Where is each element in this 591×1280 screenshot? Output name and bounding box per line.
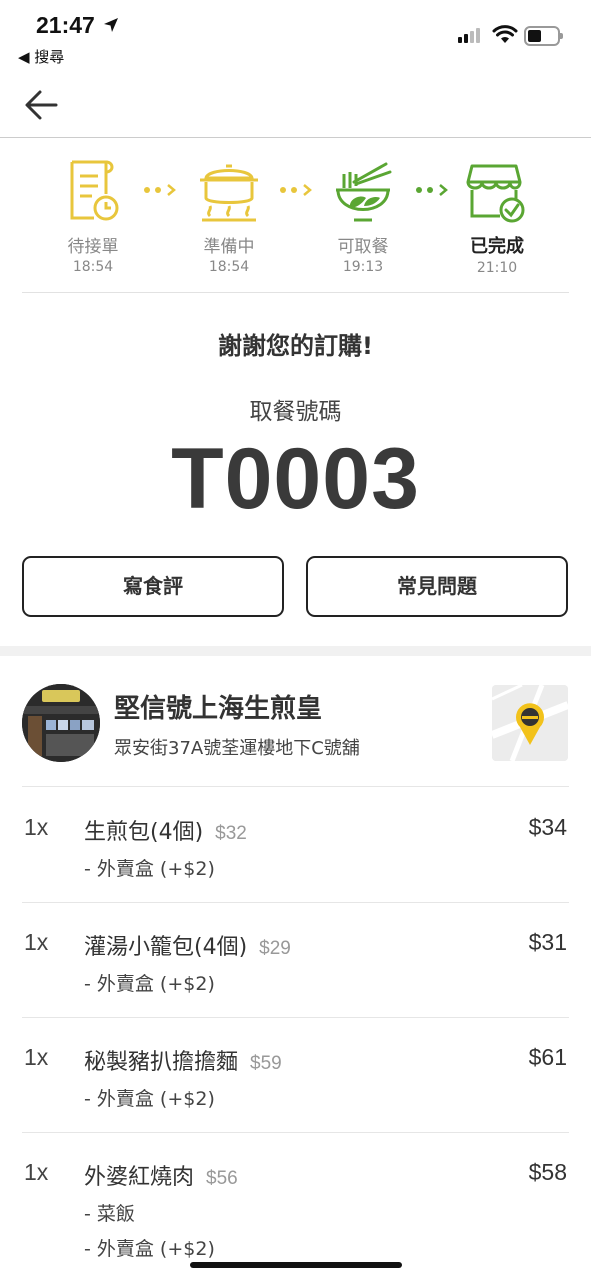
step-time: 18:54 <box>72 259 114 275</box>
restaurant-avatar <box>22 684 100 762</box>
item-qty: 1x <box>24 1044 49 1070</box>
item-option: - 外賣盒 (+$2) <box>84 973 215 995</box>
item-name: 秘製豬扒擔擔麵 $59 <box>84 1050 282 1075</box>
item-name: 生煎包(4個) $32 <box>84 820 247 845</box>
item-option: - 外賣盒 (+$2) <box>84 858 215 880</box>
map-thumbnail[interactable] <box>492 685 568 761</box>
divider <box>22 1132 569 1133</box>
item-unit-price: $56 <box>206 1168 238 1189</box>
faq-button[interactable]: 常見問題 <box>306 556 568 617</box>
step-label: 待接單 <box>67 237 119 257</box>
step-pending: 待接單 18:54 <box>28 150 158 275</box>
step-time: 21:10 <box>476 260 518 276</box>
item-option: - 外賣盒 (+$2) <box>84 1238 215 1260</box>
item-unit-price: $29 <box>259 938 291 959</box>
divider <box>22 292 569 293</box>
step-label: 準備中 <box>203 237 255 257</box>
thank-you-message: 謝謝您的訂購! <box>218 332 373 360</box>
back-to-search-link[interactable]: ◀ 搜尋 <box>18 46 64 67</box>
cellular-signal-icon <box>458 28 480 43</box>
header-bar <box>0 72 591 138</box>
item-option: - 外賣盒 (+$2) <box>84 1088 215 1110</box>
restaurant-name[interactable]: 堅信號上海生煎皇 <box>114 688 322 725</box>
order-progress: 待接單 18:54 準備中 18:54 可取餐 19:13 已完成 21:10 <box>0 150 591 292</box>
store-check-icon <box>466 164 525 223</box>
pickup-number: T0003 <box>171 431 420 527</box>
home-indicator <box>190 1262 402 1268</box>
step-preparing: 準備中 18:54 <box>164 150 294 275</box>
item-price: $31 <box>528 929 567 955</box>
item-price: $34 <box>528 814 567 840</box>
item-option: - 菜飯 <box>84 1203 135 1225</box>
item-price: $58 <box>528 1159 567 1185</box>
status-bar: 21:47 ◀ 搜尋 <box>0 0 591 72</box>
item-price: $61 <box>528 1044 567 1070</box>
pickup-number-label: 取餐號碼 <box>249 399 342 425</box>
step-label: 已完成 <box>470 236 524 257</box>
item-name: 外婆紅燒肉 $56 <box>84 1165 238 1190</box>
cooking-pot-icon <box>200 164 258 222</box>
item-unit-price: $32 <box>215 823 247 844</box>
step-completed: 已完成 21:10 <box>432 150 562 276</box>
back-arrow-icon[interactable] <box>22 88 62 122</box>
battery-icon <box>524 26 563 46</box>
status-time: 21:47 <box>36 12 95 38</box>
step-time: 19:13 <box>342 259 384 275</box>
item-unit-price: $59 <box>250 1053 282 1074</box>
restaurant-address: 眾安街37A號荃運樓地下C號舖 <box>114 738 360 759</box>
divider <box>22 786 569 787</box>
divider <box>22 1017 569 1018</box>
step-ready: 可取餐 19:13 <box>298 150 428 275</box>
location-arrow-icon <box>104 18 118 32</box>
noodle-bowl-icon <box>336 162 392 222</box>
item-qty: 1x <box>24 929 49 955</box>
section-divider <box>0 646 591 656</box>
item-name: 灌湯小籠包(4個) $29 <box>84 935 291 960</box>
item-qty: 1x <box>24 814 49 840</box>
divider <box>22 902 569 903</box>
wifi-icon <box>492 25 518 43</box>
order-list-clock-icon <box>70 160 119 221</box>
write-review-button[interactable]: 寫食評 <box>22 556 284 617</box>
step-label: 可取餐 <box>337 237 389 257</box>
item-qty: 1x <box>24 1159 49 1185</box>
step-time: 18:54 <box>208 259 250 275</box>
